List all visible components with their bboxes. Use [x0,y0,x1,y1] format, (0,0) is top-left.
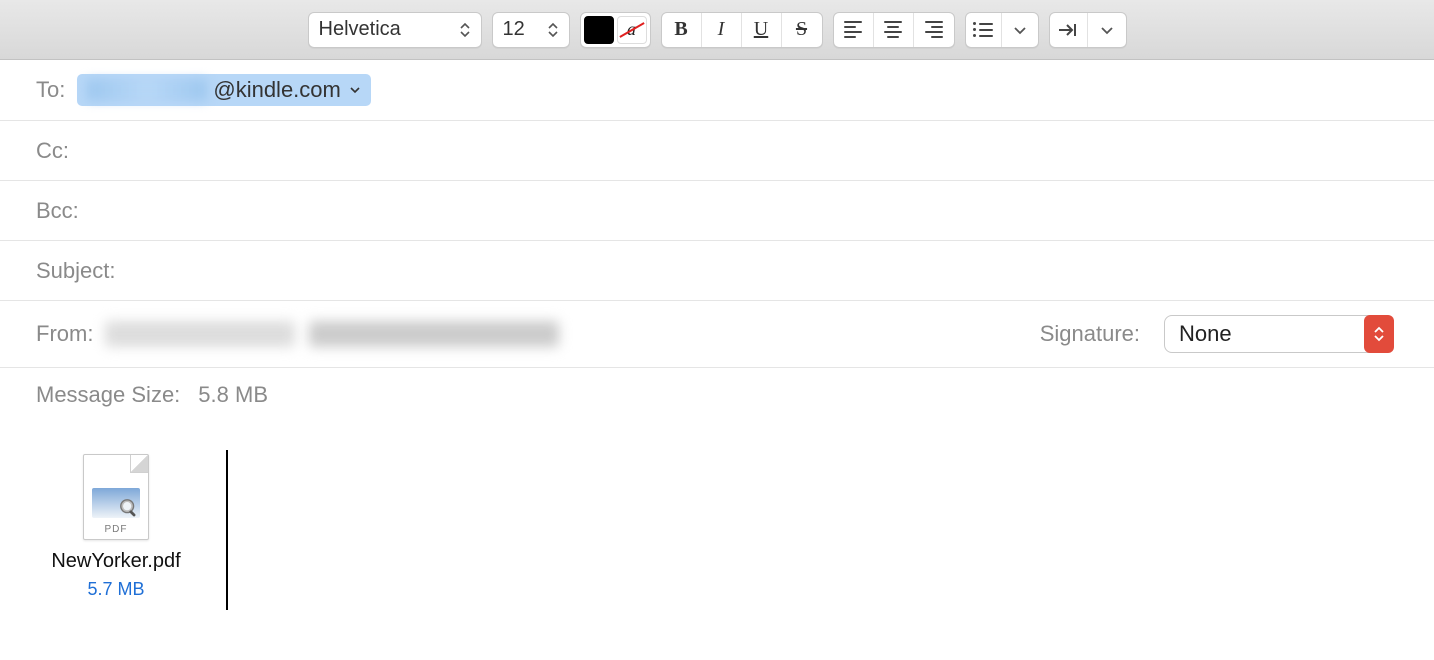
magnifier-icon [118,497,140,519]
stepper-icon [547,22,559,38]
underline-button[interactable]: U [742,13,782,47]
italic-button[interactable]: I [702,13,742,47]
list-style-menu-button[interactable] [1002,13,1038,47]
redacted-text [105,321,295,347]
signature-label: Signature: [1040,321,1140,347]
cc-label: Cc: [36,138,69,164]
signature-value: None [1179,321,1232,347]
list-group [965,12,1039,48]
text-color-group: a [580,12,651,48]
attachment[interactable]: PDF NewYorker.pdf 5.7 MB [36,454,196,600]
font-size-value: 12 [503,18,525,41]
message-size-row: Message Size: 5.8 MB [0,368,1434,434]
format-toolbar: Helvetica 12 a B I U S [0,0,1434,60]
to-recipient-domain: @kindle.com [213,77,341,103]
stepper-icon [1364,315,1394,353]
strikethrough-button[interactable]: S [782,13,822,47]
align-right-icon [925,21,943,38]
to-row[interactable]: To: @kindle.com [0,60,1434,121]
attachment-filesize: 5.7 MB [87,579,144,600]
text-cursor [226,450,228,610]
bcc-label: Bcc: [36,198,79,224]
redacted-text [87,79,207,101]
text-style-group: B I U S [661,12,823,48]
bullet-list-icon [973,22,993,37]
chevron-down-icon [1013,25,1027,35]
font-size-select[interactable]: 12 [492,12,570,48]
subject-input[interactable] [128,258,1434,284]
alignment-group [833,12,955,48]
cc-input[interactable] [81,138,1434,164]
signature-wrap: Signature: None [1040,315,1434,353]
from-label: From: [36,321,93,347]
indent-button[interactable] [1050,13,1088,47]
from-row: From: Signature: None [0,301,1434,368]
stepper-icon [459,22,471,38]
align-left-button[interactable] [834,13,874,47]
redacted-text [309,321,559,347]
subject-label: Subject: [36,258,116,284]
bcc-row[interactable]: Bcc: [0,181,1434,241]
attachment-filename: NewYorker.pdf [51,550,180,573]
indent-group [1049,12,1127,48]
indent-menu-button[interactable] [1088,13,1126,47]
font-family-value: Helvetica [319,18,401,41]
text-color-swatch[interactable] [584,16,614,44]
bold-button[interactable]: B [662,13,702,47]
cc-row[interactable]: Cc: [0,121,1434,181]
list-style-button[interactable] [966,13,1002,47]
bcc-input[interactable] [91,198,1434,224]
align-right-button[interactable] [914,13,954,47]
subject-row[interactable]: Subject: [0,241,1434,301]
pdf-file-icon: PDF [83,454,149,540]
to-recipient-pill[interactable]: @kindle.com [77,74,371,106]
font-family-select[interactable]: Helvetica [308,12,482,48]
align-left-icon [844,21,862,38]
align-center-button[interactable] [874,13,914,47]
align-center-icon [884,21,902,38]
message-body[interactable]: PDF NewYorker.pdf 5.7 MB [0,434,1434,610]
chevron-down-icon [1100,25,1114,35]
to-label: To: [36,77,65,103]
message-size-value: 5.8 MB [198,382,268,408]
message-size-label: Message Size: [36,382,180,408]
page-fold-icon [130,455,148,473]
indent-icon [1057,22,1079,38]
compose-header: To: @kindle.com Cc: Bcc: Subject: From: … [0,60,1434,434]
chevron-down-icon [349,85,361,95]
signature-select[interactable]: None [1164,315,1394,353]
highlight-color-swatch[interactable]: a [617,16,647,44]
file-extension-label: PDF [105,524,128,535]
